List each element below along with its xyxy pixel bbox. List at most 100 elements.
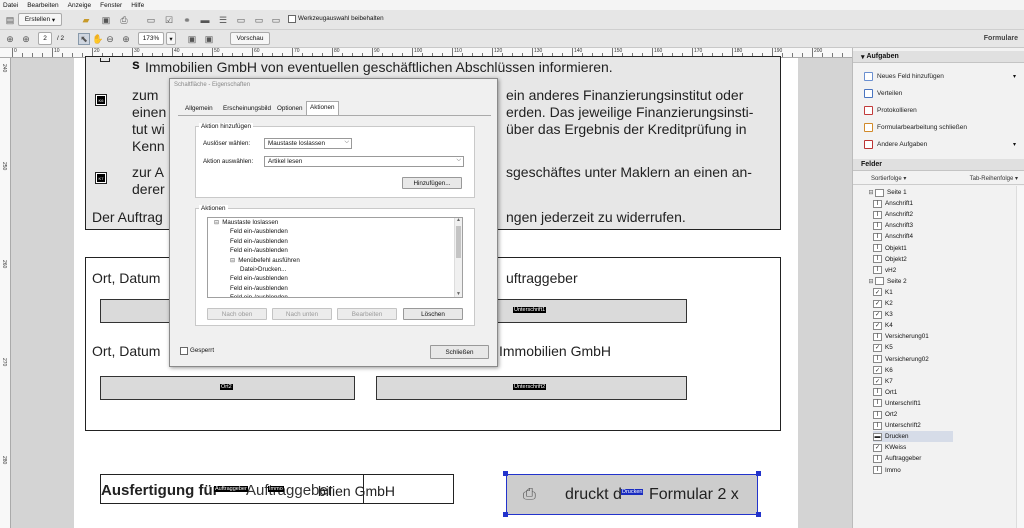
fit-width-icon[interactable]: ▣ bbox=[203, 33, 215, 45]
open-folder-icon[interactable]: ▰ bbox=[80, 14, 92, 26]
delete-action-button[interactable]: Löschen bbox=[403, 308, 463, 320]
field-tree-item[interactable]: I Objekt2 bbox=[873, 254, 907, 265]
unterschrift2-field[interactable]: Unterschrift2 bbox=[376, 376, 687, 400]
field-tree-item[interactable]: ✓ K6 bbox=[873, 365, 893, 376]
select-tool-icon[interactable]: ⬉ bbox=[78, 33, 90, 45]
drucken-button-field[interactable]: ⎙ druckt d Formular 2 x Drucken bbox=[506, 474, 758, 515]
tab-erscheinungsbild[interactable]: Erscheinungsbild bbox=[220, 103, 274, 115]
field-tree-item[interactable]: ⊟ Seite 1 bbox=[867, 187, 907, 198]
page-number-input[interactable]: 2 bbox=[38, 32, 52, 45]
task-item[interactable]: Protokollieren bbox=[864, 106, 917, 115]
tab-aktionen[interactable]: Aktionen bbox=[306, 101, 339, 115]
task-menu-icon[interactable]: ▾ bbox=[1013, 141, 1016, 148]
field-tree-item[interactable]: ✓ K1 bbox=[873, 287, 893, 298]
add-action-button[interactable]: Hinzufügen... bbox=[402, 177, 462, 189]
resize-handle-tr[interactable] bbox=[756, 471, 761, 476]
field-tree-item[interactable]: I Versicherung02 bbox=[873, 354, 929, 365]
sort-order-dropdown[interactable]: Sortierfolge ▾ bbox=[871, 175, 906, 182]
scroll-up-icon[interactable]: ▲ bbox=[456, 218, 461, 223]
task-item[interactable]: Formularbearbeitung schließen bbox=[864, 123, 967, 132]
signature-tool-icon[interactable]: ▭ bbox=[270, 14, 282, 26]
resize-handle-tl[interactable] bbox=[503, 471, 508, 476]
document-icon[interactable]: ▤ bbox=[4, 14, 16, 26]
ok-button-tool-icon[interactable]: ▭ bbox=[235, 14, 247, 26]
menu-datei[interactable]: Datei bbox=[3, 2, 18, 9]
field-tree-item[interactable]: IvH2 bbox=[873, 265, 896, 276]
close-dialog-button[interactable]: Schließen bbox=[430, 345, 489, 359]
checkbox-k6[interactable]: K6 bbox=[95, 94, 107, 106]
checkbox-k7[interactable]: K7 bbox=[95, 172, 107, 184]
field-tree-item[interactable]: I Ort2 bbox=[873, 409, 897, 420]
action-list-item[interactable]: Datei>Drucken... bbox=[240, 266, 286, 273]
action-list-item[interactable]: ⊟ Maustaste loslassen bbox=[214, 219, 278, 226]
zoom-in-icon[interactable]: ⊕ bbox=[120, 33, 132, 45]
task-item[interactable]: Verteilen bbox=[864, 89, 902, 98]
resize-handle-br[interactable] bbox=[756, 512, 761, 517]
menu-fenster[interactable]: Fenster bbox=[100, 2, 122, 9]
zoom-input[interactable]: 173% bbox=[138, 32, 164, 45]
task-menu-icon[interactable]: ▾ bbox=[1013, 73, 1016, 80]
checkbox-tool-icon[interactable]: ☑ bbox=[163, 14, 175, 26]
text-field-tool-icon[interactable]: ▭ bbox=[145, 14, 157, 26]
field-tree-item[interactable]: ⊟ Seite 2 bbox=[867, 276, 907, 287]
next-page-icon[interactable]: ⊕ bbox=[20, 33, 32, 45]
link-tool-icon[interactable]: ⚭ bbox=[181, 14, 193, 26]
field-tree-item[interactable]: I Unterschrift2 bbox=[873, 420, 921, 431]
field-tree-item[interactable]: ▬ Drucken bbox=[873, 431, 953, 443]
list-tool-icon[interactable]: ☰ bbox=[217, 14, 229, 26]
field-tree-item[interactable]: I Anschrift4 bbox=[873, 231, 913, 242]
scroll-down-icon[interactable]: ▼ bbox=[456, 291, 461, 297]
preview-button[interactable]: Vorschau bbox=[230, 32, 270, 45]
field-tree-item[interactable]: I Ort1 bbox=[873, 387, 897, 398]
move-up-button[interactable]: Nach oben bbox=[207, 308, 267, 320]
action-list-item[interactable]: ⊟ Menübefehl ausführen bbox=[230, 257, 300, 264]
zoom-dropdown[interactable]: ▾ bbox=[166, 32, 176, 45]
trigger-select[interactable]: Maustaste loslassen ⌵ bbox=[264, 138, 352, 149]
field-tree-item[interactable]: I Versicherung01 bbox=[873, 331, 929, 342]
resize-handle-bl[interactable] bbox=[503, 512, 508, 517]
fields-scrollbar[interactable] bbox=[1016, 186, 1024, 528]
prev-page-icon[interactable]: ⊕ bbox=[4, 33, 16, 45]
task-item[interactable]: Neues Feld hinzufügen bbox=[864, 72, 944, 81]
field-tree-item[interactable]: I Objekt1 bbox=[873, 243, 907, 254]
actions-scrollbar[interactable]: ▲ ▼ bbox=[454, 218, 462, 297]
menu-bearbeiten[interactable]: Bearbeiten bbox=[27, 2, 58, 9]
action-select[interactable]: Artikel lesen ⌵ bbox=[264, 156, 464, 167]
field-tree-item[interactable]: I Immo bbox=[873, 465, 901, 476]
tab-optionen[interactable]: Optionen bbox=[274, 103, 306, 115]
field-tree-item[interactable]: ✓ K2 bbox=[873, 298, 893, 309]
tab-allgemein[interactable]: Allgemein bbox=[182, 103, 216, 115]
collapse-icon[interactable]: ⊟ bbox=[867, 278, 875, 285]
task-item[interactable]: Andere Aufgaben bbox=[864, 140, 927, 149]
hand-tool-icon[interactable]: ✋ bbox=[92, 33, 104, 45]
dropdown-tool-icon[interactable]: ▭ bbox=[253, 14, 265, 26]
action-list-item[interactable]: Feld ein-/ausblenden bbox=[230, 275, 288, 282]
action-list-item[interactable]: Feld ein-/ausblenden bbox=[230, 294, 288, 297]
field-tree-item[interactable]: ✓ K5 bbox=[873, 342, 893, 353]
actions-list[interactable]: ⊟ Maustaste loslassen Feld ein-/ausblenden… bbox=[207, 217, 463, 298]
edit-action-button[interactable]: Bearbeiten bbox=[337, 308, 397, 320]
move-down-button[interactable]: Nach unten bbox=[272, 308, 332, 320]
action-list-item[interactable]: Feld ein-/ausblenden bbox=[230, 247, 288, 254]
field-tree-item[interactable]: ✓ KWeiss bbox=[873, 442, 906, 453]
save-icon[interactable]: ▣ bbox=[100, 14, 112, 26]
collapse-icon[interactable]: ⊟ bbox=[214, 219, 219, 226]
print-icon[interactable]: ⎙ bbox=[118, 14, 130, 26]
fit-page-icon[interactable]: ▣ bbox=[186, 33, 198, 45]
collapse-icon[interactable]: ⊟ bbox=[867, 189, 875, 196]
collapse-icon[interactable]: ⊟ bbox=[230, 257, 235, 264]
field-tree-item[interactable]: ✓ K3 bbox=[873, 309, 893, 320]
field-tree-item[interactable]: I Auftraggeber bbox=[873, 453, 921, 464]
menu-anzeige[interactable]: Anzeige bbox=[68, 2, 92, 9]
button-tool-icon[interactable]: ▬ bbox=[199, 14, 211, 26]
action-list-item[interactable]: Feld ein-/ausblenden bbox=[230, 228, 288, 235]
scroll-thumb[interactable] bbox=[456, 226, 461, 258]
action-list-item[interactable]: Feld ein-/ausblenden bbox=[230, 238, 288, 245]
field-tree-item[interactable]: I Anschrift3 bbox=[873, 220, 913, 231]
menu-hilfe[interactable]: Hilfe bbox=[131, 2, 144, 9]
zoom-out-icon[interactable]: ⊖ bbox=[104, 33, 116, 45]
ort2-field[interactable]: Ort2 bbox=[100, 376, 355, 400]
create-button[interactable]: Erstellen ▾ bbox=[18, 13, 62, 26]
action-list-item[interactable]: Feld ein-/ausblenden bbox=[230, 285, 288, 292]
field-tree-item[interactable]: I Anschrift1 bbox=[873, 198, 913, 209]
